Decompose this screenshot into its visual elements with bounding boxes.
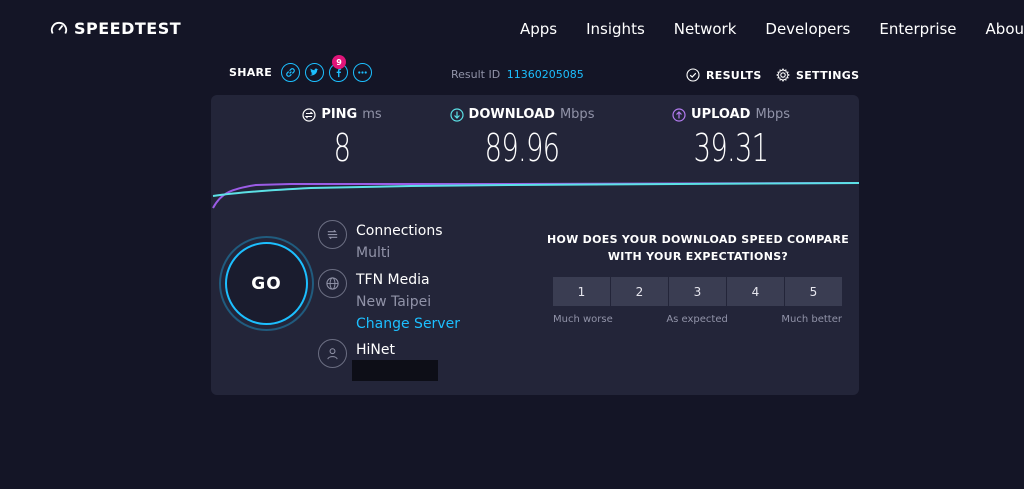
upload-unit: Mbps	[755, 107, 790, 122]
result-id: Result ID 11360205085	[451, 68, 584, 81]
nav-developers[interactable]: Developers	[765, 20, 850, 38]
rating-option-3[interactable]: 3	[669, 277, 726, 306]
connections-icon	[318, 220, 347, 249]
connections-mode[interactable]: Multi	[356, 242, 443, 264]
rating-option-5[interactable]: 5	[785, 277, 842, 306]
server-name: TFN Media	[356, 272, 430, 288]
upload-icon	[672, 107, 686, 122]
rating-label-mid: As expected	[666, 314, 728, 325]
copy-link-button[interactable]	[281, 63, 301, 82]
upload-value: 39.31	[693, 126, 769, 170]
change-server-link[interactable]: Change Server	[356, 313, 460, 335]
more-icon	[358, 71, 367, 74]
compare-question-line2: WITH YOUR EXPECTATIONS?	[607, 250, 789, 263]
download-label: DOWNLOAD	[468, 107, 555, 122]
download-icon	[449, 107, 464, 122]
download-unit: Mbps	[559, 107, 595, 122]
results-button[interactable]: RESULTS	[686, 68, 762, 82]
share-label: SHARE	[229, 66, 273, 79]
rating-option-4[interactable]: 4	[727, 277, 784, 306]
ping-value: 8	[333, 126, 351, 170]
rating-label-high: Much better	[781, 314, 842, 325]
server-info: TFN Media New Taipei Change Server	[318, 269, 460, 335]
user-icon	[318, 339, 347, 368]
nav-about[interactable]: Abou	[986, 20, 1024, 38]
results-label: RESULTS	[706, 68, 762, 82]
download-metric: DOWNLOAD Mbps 89.96	[447, 107, 597, 170]
download-header: DOWNLOAD Mbps	[447, 107, 597, 122]
compare-question: HOW DOES YOUR DOWNLOAD SPEED COMPARE WIT…	[541, 231, 855, 265]
ping-icon	[302, 107, 316, 122]
ping-metric: PING ms 8	[292, 107, 392, 170]
isp-name: HiNet	[356, 342, 395, 358]
redacted-ip	[352, 360, 438, 381]
rating-option-1[interactable]: 1	[553, 277, 610, 306]
upload-label: UPLOAD	[691, 107, 751, 122]
rating-option-2[interactable]: 2	[611, 277, 668, 306]
logo-text: SPEEDTEST	[74, 19, 182, 38]
share-bar: SHARE 9	[229, 55, 373, 82]
main-nav: Apps Insights Network Developers Enterpr…	[520, 20, 1024, 38]
connections-title: Connections	[356, 223, 443, 239]
nav-insights[interactable]: Insights	[586, 20, 645, 38]
download-value: 89.96	[484, 126, 560, 170]
go-label: GO	[251, 273, 282, 294]
compare-question-line1: HOW DOES YOUR DOWNLOAD SPEED COMPARE	[546, 233, 850, 246]
globe-icon	[318, 269, 347, 298]
more-share-button[interactable]	[353, 63, 373, 82]
result-id-value[interactable]: 11360205085	[507, 68, 584, 81]
twitter-share-button[interactable]	[305, 63, 325, 82]
link-icon	[286, 68, 295, 77]
rating-scale: 1 2 3 4 5	[553, 277, 842, 306]
gear-icon	[776, 68, 790, 82]
ping-unit: ms	[362, 107, 382, 122]
results-panel: PING ms 8 DOWNLOAD Mbps 89.96 UPLOAD Mbp…	[211, 95, 859, 395]
upload-header: UPLOAD Mbps	[666, 107, 796, 122]
upload-metric: UPLOAD Mbps 39.31	[666, 107, 796, 170]
ping-label: PING	[321, 107, 358, 122]
nav-apps[interactable]: Apps	[520, 20, 557, 38]
ping-header: PING ms	[292, 107, 392, 122]
twitter-icon	[310, 68, 319, 76]
result-id-label: Result ID	[451, 68, 501, 81]
rating-labels: Much worse As expected Much better	[553, 314, 842, 325]
speed-graph	[212, 182, 859, 209]
upload-graph-line	[212, 182, 859, 209]
go-button[interactable]: GO	[225, 242, 308, 325]
facebook-share-button[interactable]: 9	[329, 55, 349, 82]
server-location: New Taipei	[356, 294, 432, 310]
check-circle-icon	[686, 68, 700, 82]
connections-info: Connections Multi	[318, 220, 443, 264]
nav-network[interactable]: Network	[674, 20, 737, 38]
speedtest-logo[interactable]: SPEEDTEST	[50, 19, 181, 38]
nav-enterprise[interactable]: Enterprise	[879, 20, 956, 38]
settings-button[interactable]: SETTINGS	[776, 68, 859, 82]
gauge-icon	[50, 21, 68, 34]
settings-label: SETTINGS	[796, 68, 860, 82]
rating-label-low: Much worse	[553, 314, 613, 325]
